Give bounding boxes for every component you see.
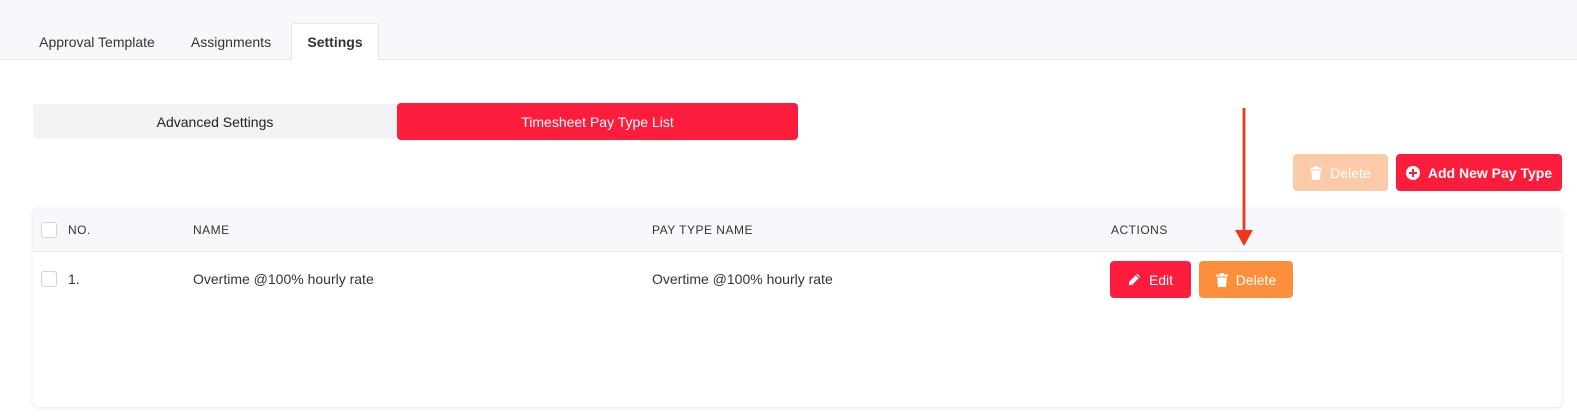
edit-label: Edit	[1148, 271, 1174, 288]
settings-segmented-control: Advanced Settings Timesheet Pay Type Lis…	[33, 103, 798, 140]
row-name: Overtime @100% hourly rate	[193, 271, 374, 287]
table-header: NO. NAME PAY TYPE NAME ACTIONS	[33, 208, 1562, 252]
header-pay-type-name: PAY TYPE NAME	[652, 223, 753, 237]
settings-panel: Advanced Settings Timesheet Pay Type Lis…	[0, 60, 1577, 420]
select-all-checkbox[interactable]	[41, 222, 57, 238]
tab-approval-template[interactable]: Approval Template	[22, 23, 172, 60]
row-checkbox[interactable]	[41, 271, 57, 287]
add-new-pay-type-label: Add New Pay Type	[1427, 164, 1553, 181]
pencil-icon	[1128, 273, 1141, 286]
tab-settings[interactable]: Settings	[291, 23, 379, 61]
delete-label: Delete	[1235, 271, 1277, 288]
header-name: NAME	[193, 223, 230, 237]
row-number: 1.	[68, 271, 80, 287]
header-no: NO.	[68, 223, 91, 237]
add-new-pay-type-button[interactable]: Add New Pay Type	[1396, 154, 1562, 191]
trash-icon	[1310, 165, 1323, 180]
row-pay-type-name: Overtime @100% hourly rate	[652, 271, 833, 287]
pay-type-table: NO. NAME PAY TYPE NAME ACTIONS 1. Overti…	[33, 208, 1562, 407]
plus-circle-icon	[1405, 165, 1420, 180]
arrow-down-icon	[1235, 108, 1253, 246]
segment-advanced-settings[interactable]: Advanced Settings	[33, 104, 397, 139]
bulk-delete-label: Delete	[1330, 164, 1371, 181]
delete-button[interactable]: Delete	[1199, 261, 1293, 298]
header-actions: ACTIONS	[1111, 223, 1168, 237]
bulk-delete-button[interactable]: Delete	[1293, 154, 1388, 191]
table-row: 1. Overtime @100% hourly rate Overtime @…	[33, 253, 1562, 305]
edit-button[interactable]: Edit	[1110, 261, 1191, 298]
tab-assignments[interactable]: Assignments	[175, 23, 287, 60]
trash-icon	[1215, 272, 1228, 287]
tab-bar: Approval Template Assignments Settings	[0, 0, 1577, 61]
segment-timesheet-pay-type-list[interactable]: Timesheet Pay Type List	[397, 103, 798, 140]
